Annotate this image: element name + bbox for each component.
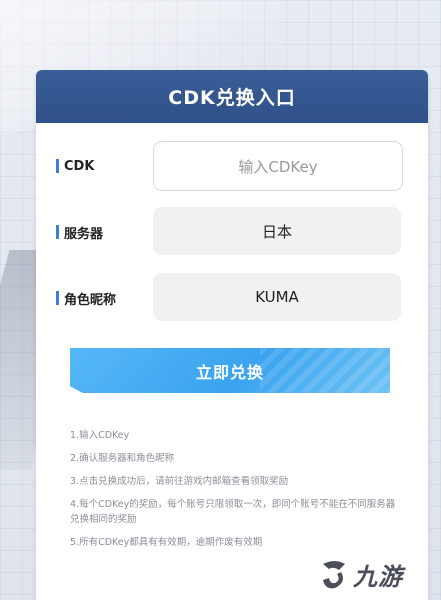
cdk-label: CDK (56, 157, 94, 175)
watermark-text: 九游 (353, 562, 403, 591)
instruction-item: 5.所有CDKey都具有有效期，逾期作废有效期 (70, 537, 263, 548)
nickname-label: 角色昵称 (56, 289, 117, 308)
cdk-row: CDK 输入CDKey (36, 141, 428, 191)
jiuyou-logo-icon (323, 561, 345, 589)
server-field[interactable]: 日本 (153, 207, 401, 255)
watermark: 九游 (317, 554, 435, 594)
server-label: 服务器 (56, 223, 104, 242)
server-value: 日本 (261, 222, 292, 241)
instruction-item: 3.点击兑换成功后，请前往游戏内邮箱查看领取奖励 (70, 476, 289, 487)
instructions: 1.输入CDKey 2.确认服务器和角色昵称 3.点击兑换成功后，请前往游戏内邮… (70, 428, 400, 558)
cdk-label-text: CDK (64, 158, 95, 174)
redeem-button-label: 立即兑换 (195, 362, 264, 382)
instruction-item: 4.每个CDKey的奖励，每个账号只限领取一次，即同个账号不能在不同服务器兑换相… (70, 499, 396, 525)
label-marker (56, 291, 59, 305)
cdk-input[interactable]: 输入CDKey (153, 141, 403, 191)
instruction-item: 1.输入CDKey (70, 430, 130, 441)
panel-header: CDK兑换入口 (36, 70, 428, 123)
server-row: 服务器 日本 (36, 207, 428, 257)
nickname-row: 角色昵称 KUMA (36, 273, 428, 323)
nickname-value: KUMA (255, 288, 299, 306)
button-stripes (260, 348, 390, 393)
label-marker (56, 159, 59, 173)
nickname-label-text: 角色昵称 (64, 292, 117, 308)
cdk-input-placeholder: 输入CDKey (238, 157, 318, 176)
label-marker (56, 225, 59, 239)
server-label-text: 服务器 (64, 226, 104, 242)
instruction-item: 2.确认服务器和角色昵称 (70, 453, 175, 464)
nickname-field[interactable]: KUMA (153, 273, 401, 321)
cdk-redeem-panel: CDK兑换入口 CDK 输入CDKey 服务器 日本 角色昵称 KUMA 立即兑… (36, 70, 428, 600)
panel-title: CDK兑换入口 (168, 87, 296, 109)
redeem-button[interactable]: 立即兑换 (70, 348, 390, 393)
